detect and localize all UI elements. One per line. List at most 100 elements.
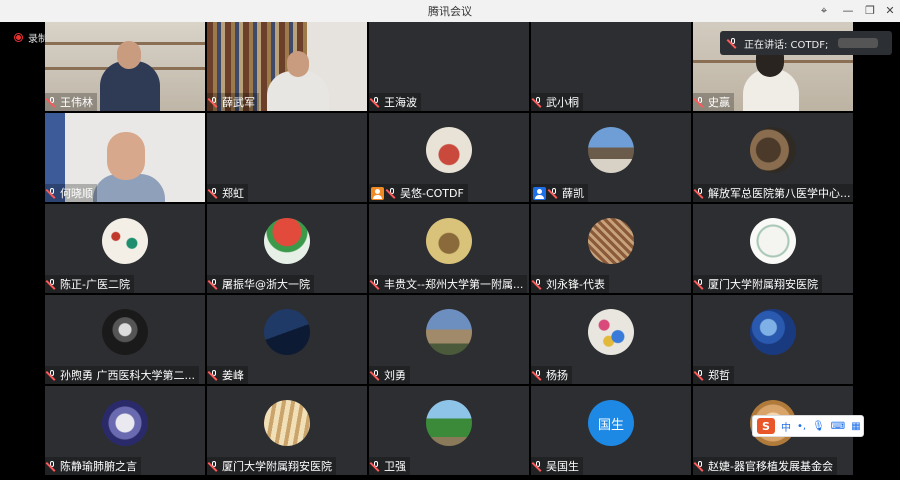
participant-name: 刘勇 <box>369 366 410 384</box>
avatar <box>588 127 634 173</box>
mic-muted-icon <box>695 279 705 289</box>
mic-muted-icon <box>533 461 543 471</box>
participant-tile[interactable]: 国生 吴国生 <box>531 386 691 475</box>
mic-muted-icon <box>371 97 381 107</box>
participant-name: 杨扬 <box>531 366 572 384</box>
participant-name: 何晓顺 <box>45 184 97 202</box>
mic-muted-icon <box>47 370 57 380</box>
participant-name: 薛武军 <box>207 93 259 111</box>
participant-tile[interactable]: 陈正-广医二院 <box>45 204 205 293</box>
participant-tile[interactable]: 厦门大学附属翔安医院 <box>207 386 367 475</box>
participant-name: 王伟林 <box>45 93 97 111</box>
voice-icon[interactable]: 🎙 <box>812 421 825 432</box>
mic-muted-icon <box>47 279 57 289</box>
mic-muted-icon <box>533 370 543 380</box>
mic-muted-icon <box>695 188 705 198</box>
mic-muted-icon <box>209 188 219 198</box>
mic-muted-icon <box>209 370 219 380</box>
close-button[interactable]: ✕ <box>880 2 900 20</box>
participant-name: 厦门大学附属翔安医院 <box>693 275 822 293</box>
mic-muted-icon <box>371 461 381 471</box>
participant-tile[interactable]: 薛凯 <box>531 113 691 202</box>
mic-muted-icon <box>209 279 219 289</box>
person-silhouette <box>267 71 329 111</box>
participant-name: 武小桐 <box>531 93 583 111</box>
mic-muted-icon <box>371 279 381 289</box>
blurred-names <box>838 38 879 48</box>
avatar <box>102 218 148 264</box>
avatar <box>264 400 310 446</box>
participant-tile[interactable]: 孙煦勇 广西医科大学第二... <box>45 295 205 384</box>
ime-mode[interactable]: 中 <box>781 419 791 434</box>
avatar <box>750 309 796 355</box>
participant-name: 陈静瑜肺腑之言 <box>45 457 141 475</box>
participant-name: 薛凯 <box>531 184 588 202</box>
participant-tile[interactable]: 刘永锋-代表 <box>531 204 691 293</box>
restore-button[interactable]: ❐ <box>860 2 880 20</box>
participant-tile[interactable]: 姜峰 <box>207 295 367 384</box>
minimize-button[interactable]: — <box>838 2 858 20</box>
speaking-label: 正在讲话: COTDF; <box>744 39 829 51</box>
participant-tile[interactable]: 杨扬 <box>531 295 691 384</box>
avatar <box>426 400 472 446</box>
participant-name: 厦门大学附属翔安医院 <box>207 457 336 475</box>
participant-name: 吴悠-COTDF <box>369 184 468 202</box>
active-speaker-banner: 正在讲话: COTDF; <box>720 31 892 55</box>
participant-name: 陈正-广医二院 <box>45 275 134 293</box>
mic-muted-icon <box>533 97 543 107</box>
participant-tile[interactable]: 王伟林 <box>45 22 205 111</box>
sogou-logo-icon: S <box>757 418 775 434</box>
participant-name: 刘永锋-代表 <box>531 275 609 293</box>
mic-muted-icon <box>47 97 57 107</box>
participant-tile[interactable]: 丰贵文--郑州大学第一附属... <box>369 204 529 293</box>
participant-tile[interactable]: 陈静瑜肺腑之言 <box>45 386 205 475</box>
participant-tile[interactable]: 卫强 <box>369 386 529 475</box>
mic-muted-icon <box>209 97 219 107</box>
avatar <box>426 218 472 264</box>
participant-name: 卫强 <box>369 457 410 475</box>
participant-tile[interactable]: 薛武军 <box>207 22 367 111</box>
avatar: 国生 <box>588 400 634 446</box>
avatar <box>588 309 634 355</box>
window-titlebar: 腾讯会议 ⌖ — ❐ ✕ <box>0 0 900 22</box>
participant-tile[interactable]: 郑虹 <box>207 113 367 202</box>
participant-name: 解放军总医院第八医学中心... <box>693 184 853 202</box>
input-method-toolbar[interactable]: S 中 •, 🎙 ⌨ ▦ <box>752 415 864 437</box>
participant-tile[interactable]: 何晓顺 <box>45 113 205 202</box>
pin-icon[interactable]: ⌖ <box>814 2 834 20</box>
participant-name: 郑虹 <box>207 184 248 202</box>
avatar <box>264 309 310 355</box>
participant-tile[interactable]: 厦门大学附属翔安医院 <box>693 204 853 293</box>
keyboard-icon[interactable]: ⌨ <box>831 421 845 432</box>
mic-muted-icon <box>209 461 219 471</box>
participant-tile[interactable]: 王海波 <box>369 22 529 111</box>
participant-tile[interactable]: 解放军总医院第八医学中心... <box>693 113 853 202</box>
grid-icon[interactable]: ▦ <box>851 421 860 432</box>
participant-tile[interactable]: 武小桐 <box>531 22 691 111</box>
participant-tile[interactable]: 屠振华@浙大一院 <box>207 204 367 293</box>
participant-tile[interactable]: 郑哲 <box>693 295 853 384</box>
avatar <box>750 218 796 264</box>
participant-name: 郑哲 <box>693 366 734 384</box>
participant-name: 姜峰 <box>207 366 248 384</box>
participant-name: 孙煦勇 广西医科大学第二... <box>45 366 199 384</box>
person-head <box>287 51 309 77</box>
mic-muted-icon <box>695 370 705 380</box>
speaker-mic-icon <box>728 38 738 48</box>
avatar <box>426 127 472 173</box>
avatar <box>264 218 310 264</box>
record-icon <box>14 33 23 42</box>
mic-muted-icon <box>47 188 57 198</box>
participant-name: 丰贵文--郑州大学第一附属... <box>369 275 528 293</box>
participant-name: 赵婕-器官移植发展基金会 <box>693 457 837 475</box>
participant-tile[interactable]: 吴悠-COTDF <box>369 113 529 202</box>
avatar <box>102 400 148 446</box>
mic-muted-icon <box>387 188 397 198</box>
mic-muted-icon <box>549 188 559 198</box>
participant-name: 屠振华@浙大一院 <box>207 275 314 293</box>
mic-muted-icon <box>47 461 57 471</box>
avatar <box>102 309 148 355</box>
participant-name: 史赢 <box>693 93 734 111</box>
punctuation-icon[interactable]: •, <box>797 421 806 432</box>
participant-tile[interactable]: 刘勇 <box>369 295 529 384</box>
